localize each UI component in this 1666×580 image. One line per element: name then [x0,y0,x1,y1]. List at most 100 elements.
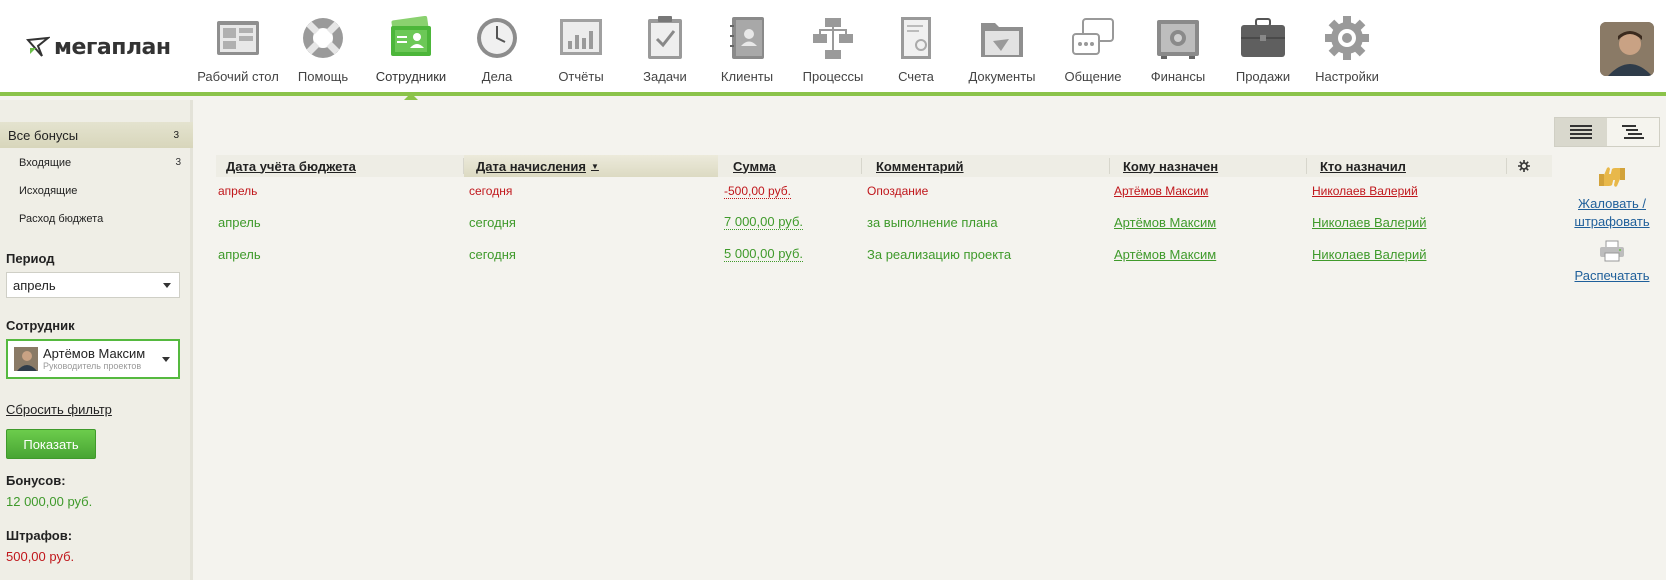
chat-icon [1069,14,1117,62]
cell-budget-date: апрель [218,214,261,230]
reward-link[interactable]: Жаловать / штрафовать [1570,195,1654,231]
fines-label: Штрафов: [6,528,73,543]
cell-assigned-by[interactable]: Николаев Валерий [1312,177,1418,205]
period-label: Период [6,251,55,266]
table-row: апрель сегодня 5 000,00 руб. За реализац… [216,240,1552,268]
nav-item-desktop[interactable]: Рабочий стол [196,0,280,96]
reset-filter-link[interactable]: Сбросить фильтр [6,402,112,417]
tree-view-button[interactable] [1607,118,1659,146]
nav-label: Финансы [1150,69,1206,84]
printer-icon [1570,240,1654,267]
cell-sum[interactable]: -500,00 руб. [724,177,791,205]
cell-budget-date: апрель [218,184,258,198]
briefcase-icon [1239,14,1287,62]
gear-icon [1323,14,1371,62]
cell-comment: за выполнение плана [867,214,998,230]
sidebar-item-label: Входящие [19,157,72,169]
header-assigned-by[interactable]: Кто назначил [1320,155,1406,177]
logo[interactable]: мегаплан [26,32,171,62]
nav-label: Задачи [643,69,687,84]
cell-sum[interactable]: 5 000,00 руб. [724,240,804,268]
nav-label: Дела [481,69,513,84]
cell-assigned-by[interactable]: Николаев Валерий [1312,240,1426,268]
reward-action[interactable]: Жаловать / штрафовать [1570,164,1654,231]
header-comment[interactable]: Комментарий [876,155,964,177]
cell-assigned-to[interactable]: Артёмов Максим [1114,177,1208,205]
cell-sum[interactable]: 7 000,00 руб. [724,208,804,236]
view-toggle [1554,117,1660,147]
table-header: Дата учёта бюджета Дата начисления ▼ Сум… [216,155,1552,177]
period-select[interactable]: апрель [6,272,180,298]
columns-settings-icon[interactable] [1518,155,1530,177]
bonuses-value: 12 000,00 руб. [6,494,93,509]
clock-icon [473,14,521,62]
header-sum[interactable]: Сумма [733,155,776,177]
reports-icon [557,14,605,62]
nav-item-reports[interactable]: Отчёты [538,0,624,96]
nav-item-settings[interactable]: Настройки [1306,0,1388,96]
nav-item-documents[interactable]: Документы [954,0,1050,96]
sidebar-item-label: Расход бюджета [19,213,104,225]
cell-assigned-by[interactable]: Николаев Валерий [1312,208,1426,236]
nav-label: Сотрудники [375,69,447,84]
cell-accrual-date: сегодня [469,246,516,262]
employee-select[interactable]: Артёмов Максим Руководитель проектов [6,339,180,379]
nav-item-tasks[interactable]: Задачи [624,0,706,96]
sidebar-item-all-bonuses[interactable]: Все бонусы 3 [0,122,193,148]
logo-plane-icon [26,36,50,57]
header-budget-date[interactable]: Дата учёта бюджета [226,155,356,177]
show-button[interactable]: Показать [6,429,96,459]
sidebar-item-incoming[interactable]: Входящие 3 [19,157,181,169]
main-nav: Рабочий стол Помощь Сотрудники Дела Отчё… [196,0,1388,100]
nav-label: Настройки [1315,69,1379,84]
nav-item-help[interactable]: Помощь [280,0,366,96]
desktop-icon [214,14,262,62]
sidebar-item-budget[interactable]: Расход бюджета [19,213,181,225]
table-row: апрель сегодня -500,00 руб. Опоздание Ар… [216,177,1552,205]
nav-item-sales[interactable]: Продажи [1220,0,1306,96]
list-icon [1570,125,1592,139]
nav-item-finance[interactable]: Финансы [1136,0,1220,96]
user-avatar[interactable] [1600,22,1654,76]
employee-avatar [14,347,38,371]
nav-item-clients[interactable]: Клиенты [706,0,788,96]
table-row: апрель сегодня 7 000,00 руб. за выполнен… [216,208,1552,236]
reward-link-line1: Жаловать / [1578,196,1646,211]
cell-assigned-to[interactable]: Артёмов Максим [1114,240,1216,268]
logo-text: мегаплан [54,34,171,60]
count-badge: 3 [173,129,179,141]
nav-item-chat[interactable]: Общение [1050,0,1136,96]
cell-comment: За реализацию проекта [867,246,1012,262]
reward-link-line2: штрафовать [1574,214,1650,229]
header-accrual-date[interactable]: Дата начисления ▼ [464,155,718,177]
nav-item-invoices[interactable]: Счета [878,0,954,96]
sidebar-item-label: Исходящие [19,185,78,197]
list-view-button[interactable] [1555,118,1607,146]
nav-item-deals[interactable]: Дела [456,0,538,96]
sort-desc-icon: ▼ [590,161,599,171]
nav-label: Клиенты [720,69,774,84]
nav-label: Процессы [802,69,864,84]
nav-label: Документы [968,69,1036,84]
cell-comment: Опоздание [867,184,929,198]
cell-assigned-to[interactable]: Артёмов Максим [1114,208,1216,236]
nav-label: Счета [898,69,934,84]
tree-list-icon [1622,125,1644,139]
employee-label: Сотрудник [6,318,75,333]
nav-item-employees[interactable]: Сотрудники [366,0,456,100]
cell-accrual-date: сегодня [469,184,513,198]
header-assigned-to[interactable]: Кому назначен [1123,155,1218,177]
print-link[interactable]: Распечатать [1570,267,1654,285]
clients-icon [723,14,771,62]
sidebar-item-label: Все бонусы [8,127,79,143]
nav-item-processes[interactable]: Процессы [788,0,878,96]
sidebar-item-outgoing[interactable]: Исходящие [19,185,181,197]
cell-budget-date: апрель [218,246,261,262]
fines-value: 500,00 руб. [6,549,75,564]
bonuses-label: Бонусов: [6,473,66,488]
print-action[interactable]: Распечатать [1570,240,1654,285]
lifebuoy-icon [299,14,347,62]
column-divider [861,158,862,174]
sum-value: 5 000,00 руб. [724,246,804,262]
employee-role: Руководитель проектов [43,361,142,371]
